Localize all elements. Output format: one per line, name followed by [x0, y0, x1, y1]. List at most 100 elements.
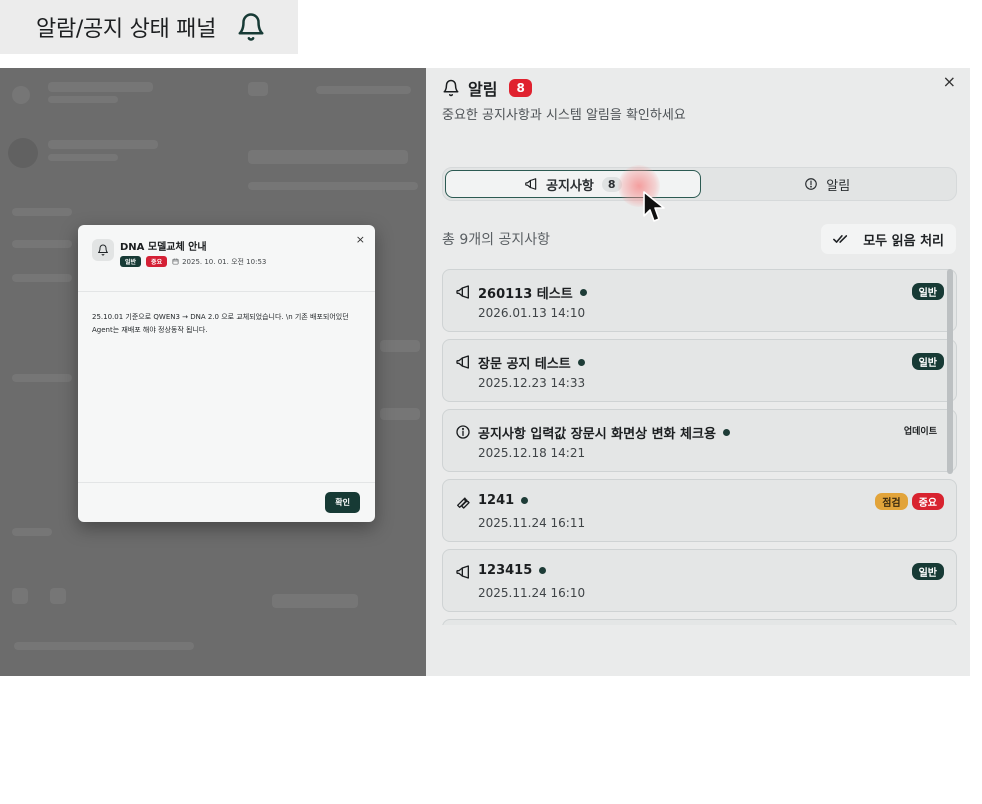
badge-general: 일반: [911, 353, 944, 370]
unread-dot: [577, 359, 585, 366]
unread-dot: [722, 429, 730, 436]
ghost-text: [12, 528, 52, 536]
notice-title: 260113 테스트: [478, 287, 573, 302]
notice-date: 2025.12.23 14:33: [478, 376, 586, 390]
modal-date: 2025. 10. 01. 오전 10:53: [172, 257, 266, 267]
ghost-icon: [248, 82, 268, 96]
modal-title: DNA 모델교체 안내: [120, 242, 207, 253]
badge-general: 일반: [911, 283, 944, 300]
wrench-icon: [457, 497, 470, 509]
notice-list-item[interactable]: 장문 공지 테스트 2025.12.23 14:33 일반: [442, 339, 957, 402]
unread-dot: [521, 497, 529, 504]
notice-list-item[interactable]: [442, 619, 957, 625]
ghost-text: [380, 408, 420, 420]
ghost-text: [14, 642, 194, 650]
notice-title: 123415: [478, 563, 533, 578]
notice-tags: 일반: [911, 353, 944, 370]
scrollbar-thumb[interactable]: [947, 269, 953, 474]
close-icon[interactable]: ×: [943, 72, 956, 91]
calendar-icon: [172, 258, 179, 265]
notice-tags: 점검 중요: [875, 493, 944, 510]
mark-all-read-button[interactable]: 모두 읽음 처리: [821, 224, 956, 254]
ghost-text: [12, 274, 72, 282]
notice-list-item[interactable]: 1241 2025.11.24 16:11 점검 중요: [442, 479, 957, 542]
divider: [78, 482, 375, 483]
double-check-icon: [833, 235, 848, 243]
notice-list: 260113 테스트 2026.01.13 14:10 일반 장문 공지 테스트 202…: [442, 269, 957, 625]
ghost-avatar: [8, 138, 38, 168]
megaphone-icon: [456, 355, 469, 369]
notice-date: 2025.11.24 16:10: [478, 586, 586, 600]
notice-list-item[interactable]: 공지사항 입력값 장문시 화면상 변화 체크용 2025.12.18 14:21 업…: [442, 409, 957, 472]
notice-tags: 일반: [911, 283, 944, 300]
notice-tags: 업데이트: [897, 423, 944, 438]
notice-list-item[interactable]: 260113 테스트 2026.01.13 14:10 일반: [442, 269, 957, 332]
ghost-text: [316, 86, 411, 94]
ghost-text: [48, 82, 153, 92]
ghost-icon: [50, 588, 66, 604]
notice-tags: 일반: [911, 563, 944, 580]
megaphone-icon: [456, 285, 469, 299]
unread-dot: [539, 567, 547, 574]
modal-body: 25.10.01 기준으로 QWEN3 → DNA 2.0 으로 교체되었습니다…: [92, 313, 349, 334]
notice-title-row: 장문 공지 테스트: [478, 353, 585, 372]
ghost-text: [12, 240, 72, 248]
ghost-heading: [272, 594, 358, 608]
ghost-text: [48, 140, 158, 149]
close-icon[interactable]: ×: [356, 233, 365, 246]
notice-modal: DNA 모델교체 안내 × 일반 중요 2025. 10. 01. 오전 10:…: [78, 225, 375, 522]
ghost-text: [248, 182, 418, 190]
info-icon: [456, 425, 470, 439]
ghost-text: [380, 340, 420, 352]
ghost-logo: [12, 86, 30, 104]
ghost-text: [12, 374, 72, 382]
notice-title: 장문 공지 테스트: [478, 357, 571, 372]
panel-subtitle: 중요한 공지사항과 시스템 알림을 확인하세요: [442, 108, 686, 123]
megaphone-icon: [456, 565, 469, 579]
ghost-text: [12, 208, 72, 216]
ghost-heading: [248, 150, 408, 164]
megaphone-icon: [525, 178, 537, 190]
notice-list-item[interactable]: 123415 2025.11.24 16:10 일반: [442, 549, 957, 612]
badge-general: 일반: [911, 563, 944, 580]
ghost-icon: [12, 588, 28, 604]
caption-label: 알람/공지 상태 패널: [0, 0, 298, 54]
ghost-text: [48, 154, 118, 161]
notice-title: 1241: [478, 493, 515, 508]
tab-alerts[interactable]: 알림: [701, 170, 955, 198]
notification-panel: 알림 8 × 중요한 공지사항과 시스템 알림을 확인하세요 공지사항 8 알림…: [426, 68, 970, 676]
confirm-button[interactable]: 확인: [325, 492, 360, 513]
bell-icon: [443, 79, 459, 97]
notice-date: 2026.01.13 14:10: [478, 306, 586, 320]
notice-title: 공지사항 입력값 장문시 화면상 변화 체크용: [478, 427, 716, 442]
caption-text: 알람/공지 상태 패널: [36, 17, 217, 42]
notice-title-row: 공지사항 입력값 장문시 화면상 변화 체크용: [478, 423, 730, 442]
notice-total-count: 총 9개의 공지사항: [442, 232, 550, 248]
badge-update: 업데이트: [903, 427, 937, 437]
notice-date: 2025.11.24 16:11: [478, 516, 586, 530]
tab-notices-label: 공지사항: [546, 178, 594, 194]
modal-date-text: 2025. 10. 01. 오전 10:53: [182, 257, 267, 266]
badge-maint: 점검: [875, 493, 908, 510]
notice-title-row: 123415: [478, 563, 547, 578]
mark-all-read-label: 모두 읽음 처리: [863, 233, 944, 249]
panel-title: 알림: [468, 80, 498, 99]
panel-header: 알림 8: [442, 76, 532, 100]
bell-icon: [238, 13, 264, 41]
alert-circle-icon: [805, 178, 818, 190]
notice-title-row: 260113 테스트: [478, 283, 587, 302]
ghost-text: [48, 96, 118, 103]
notice-date: 2025.12.18 14:21: [478, 446, 586, 460]
divider: [78, 291, 375, 292]
modal-bell-badge: [92, 239, 114, 261]
notice-title-row: 1241: [478, 493, 529, 508]
badge-important: 중요: [911, 493, 944, 510]
unread-count-badge: 8: [509, 79, 532, 97]
tag-important: 중요: [146, 256, 168, 267]
bell-icon: [98, 244, 108, 256]
tag-general: 일반: [120, 256, 142, 267]
unread-dot: [579, 289, 587, 296]
modal-meta: 일반 중요 2025. 10. 01. 오전 10:53: [120, 256, 266, 267]
tab-bar: 공지사항 8 알림: [442, 167, 957, 201]
modal-header: DNA 모델교체 안내 × 일반 중요 2025. 10. 01. 오전 10:…: [78, 225, 375, 289]
